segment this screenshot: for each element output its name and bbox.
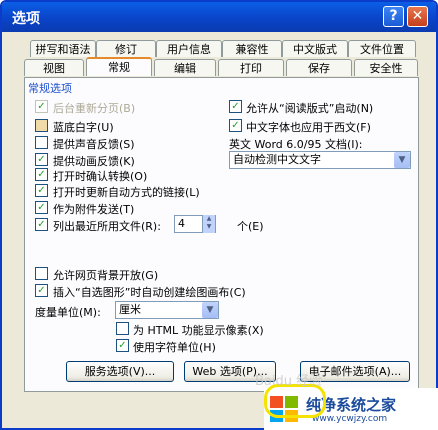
checkbox-sound-feedback[interactable] (35, 136, 48, 149)
label-measurement-unit: 度量单位(M): (35, 306, 101, 319)
label-recent-files: 列出最近所用文件(R): (53, 220, 161, 233)
checkbox-animation-feedback[interactable]: ✓ (35, 153, 48, 166)
ok-button-highlight (264, 384, 326, 418)
checkbox-send-as-attachment[interactable]: ✓ (35, 201, 48, 214)
chevron-down-icon[interactable]: ▼ (394, 152, 410, 168)
checkbox-html-pixels[interactable] (116, 322, 129, 335)
chevron-down-icon[interactable]: ▼ (202, 302, 218, 318)
label-reading-layout-start: 允许从“阅读版式”启动(N) (246, 102, 374, 115)
checkbox-update-links[interactable]: ✓ (35, 184, 48, 197)
watermark-url: www.ycwjzy.com (312, 414, 388, 424)
checkbox-background-repagination[interactable]: ✓ (35, 100, 48, 113)
service-options-button[interactable]: 服务选项(V)... (66, 361, 174, 382)
label-chinese-font-western: 中文字体也应用于西文(F) (246, 121, 371, 134)
label-html-pixels: 为 HTML 功能显示像素(X) (133, 324, 264, 337)
label-auto-drawing-canvas: 插入“自选图形”时自动创建绘图画布(C) (53, 286, 246, 299)
label-word-doc: 英文 Word 6.0/95 文档(I): (229, 138, 363, 151)
checkbox-auto-drawing-canvas[interactable]: ✓ (35, 284, 48, 297)
measurement-unit-value: 厘米 (119, 303, 141, 316)
label-background-repagination: 后台重新分页(B) (53, 102, 136, 115)
checkbox-blue-background[interactable] (35, 119, 48, 132)
label-send-as-attachment: 作为附件发送(T) (53, 203, 135, 216)
checkbox-recent-files[interactable]: ✓ (35, 218, 48, 231)
word-doc-value: 自动检测中文文字 (233, 153, 321, 166)
panel-content: 常规选项 ✓ 后台重新分页(B) 蓝底白字(U) 提供声音反馈(S) ✓ 提供动… (0, 0, 438, 430)
section-title: 常规选项 (28, 82, 72, 95)
label-blue-background: 蓝底白字(U) (53, 121, 114, 134)
baidu-watermark: Baidu 经验 (255, 374, 323, 389)
recent-files-spinner[interactable]: ▲ ▼ (202, 215, 215, 233)
recent-files-unit: 个(E) (237, 220, 264, 233)
label-web-background: 允许网页背景开放(G) (53, 269, 159, 282)
word-doc-select[interactable]: 自动检测中文文字 (229, 151, 411, 169)
label-character-units: 使用字符单位(H) (133, 341, 216, 354)
checkbox-reading-layout-start[interactable]: ✓ (229, 100, 242, 113)
label-update-links: 打开时更新自动方式的链接(L) (53, 186, 200, 199)
checkbox-chinese-font-western[interactable]: ✓ (229, 119, 242, 132)
label-confirm-conversion: 打开时确认转换(O) (53, 170, 148, 183)
checkbox-character-units[interactable]: ✓ (116, 339, 129, 352)
checkbox-confirm-conversion[interactable]: ✓ (35, 168, 48, 181)
checkbox-web-background[interactable] (35, 267, 48, 280)
label-sound-feedback: 提供声音反馈(S) (53, 138, 135, 151)
label-animation-feedback: 提供动画反馈(K) (53, 155, 135, 168)
